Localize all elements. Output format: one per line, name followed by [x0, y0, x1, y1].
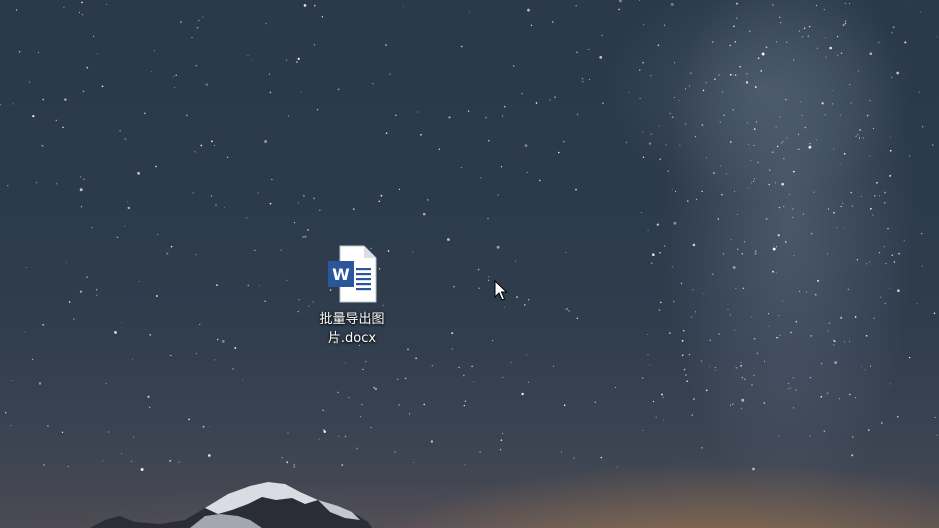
desktop[interactable]: W 批量导出图 片.docx	[0, 0, 939, 528]
word-document-icon: W	[326, 244, 378, 304]
word-document-shortcut[interactable]: W 批量导出图 片.docx	[306, 244, 398, 348]
file-name-line-2: 片.docx	[327, 331, 377, 346]
svg-text:W: W	[332, 265, 350, 284]
file-name-label: 批量导出图 片.docx	[306, 310, 398, 348]
mouse-cursor-icon	[494, 280, 508, 301]
file-name-line-1: 批量导出图	[319, 312, 385, 327]
mountain-silhouette	[90, 482, 372, 528]
